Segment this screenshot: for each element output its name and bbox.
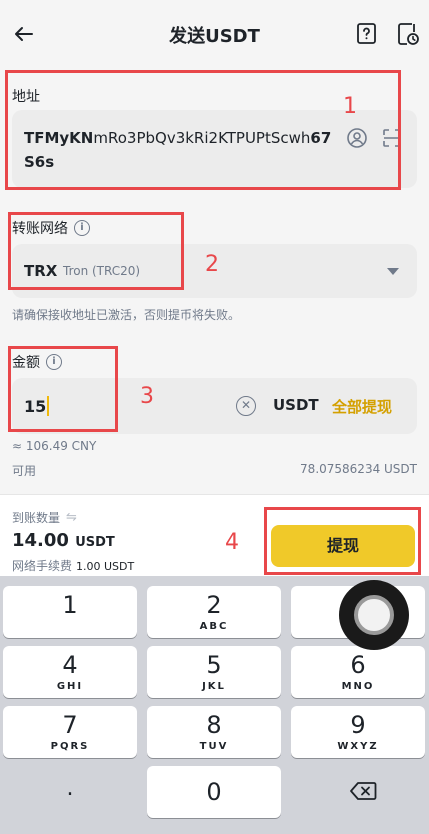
document-clock-icon[interactable] [395, 21, 421, 47]
caret-down-icon[interactable] [387, 268, 399, 275]
key-0[interactable]: 0 [147, 766, 281, 818]
key-6[interactable]: 6 MNO [291, 646, 425, 698]
annotation-box-2 [8, 212, 184, 290]
annotation-number-4: 4 [225, 530, 239, 555]
withdraw-all-button[interactable]: 全部提现 [332, 396, 392, 417]
key-2[interactable]: 2 ABC [147, 586, 281, 638]
annotation-number-1: 1 [343, 94, 357, 119]
key-backspace[interactable] [291, 766, 425, 818]
key-7[interactable]: 7 PQRS [3, 706, 137, 758]
receive-label: 到账数量 ⇋ [12, 510, 77, 525]
available-label: 可用 [12, 464, 37, 478]
backspace-icon [350, 782, 377, 800]
key-9[interactable]: 9 WXYZ [291, 706, 425, 758]
network-fee: 网络手续费 1.00 USDT [12, 559, 135, 573]
question-square-icon[interactable] [354, 21, 380, 47]
key-dot[interactable]: . [3, 766, 137, 818]
receive-amount: 14.00 USDT [12, 530, 115, 551]
clear-icon[interactable]: ✕ [236, 396, 256, 416]
swap-icon[interactable]: ⇋ [66, 510, 77, 525]
key-5[interactable]: 5 JKL [147, 646, 281, 698]
assistive-touch-icon [354, 595, 394, 635]
amount-unit: USDT [273, 396, 319, 414]
available-value: 78.07586234 USDT [300, 462, 417, 476]
annotation-box-4 [264, 507, 421, 575]
annotation-number-3: 3 [140, 384, 154, 409]
key-4[interactable]: 4 GHI [3, 646, 137, 698]
annotation-number-2: 2 [205, 252, 219, 277]
annotation-box-3 [8, 346, 118, 432]
key-1[interactable]: 1 [3, 586, 137, 638]
assistive-touch-button[interactable] [339, 580, 409, 650]
key-8[interactable]: 8 TUV [147, 706, 281, 758]
cny-estimate: ≈ 106.49 CNY [12, 439, 97, 453]
annotation-box-1 [5, 70, 401, 190]
network-hint: 请确保接收地址已激活，否则提币将失败。 [12, 308, 241, 322]
top-bar: 发送USDT [0, 0, 429, 70]
